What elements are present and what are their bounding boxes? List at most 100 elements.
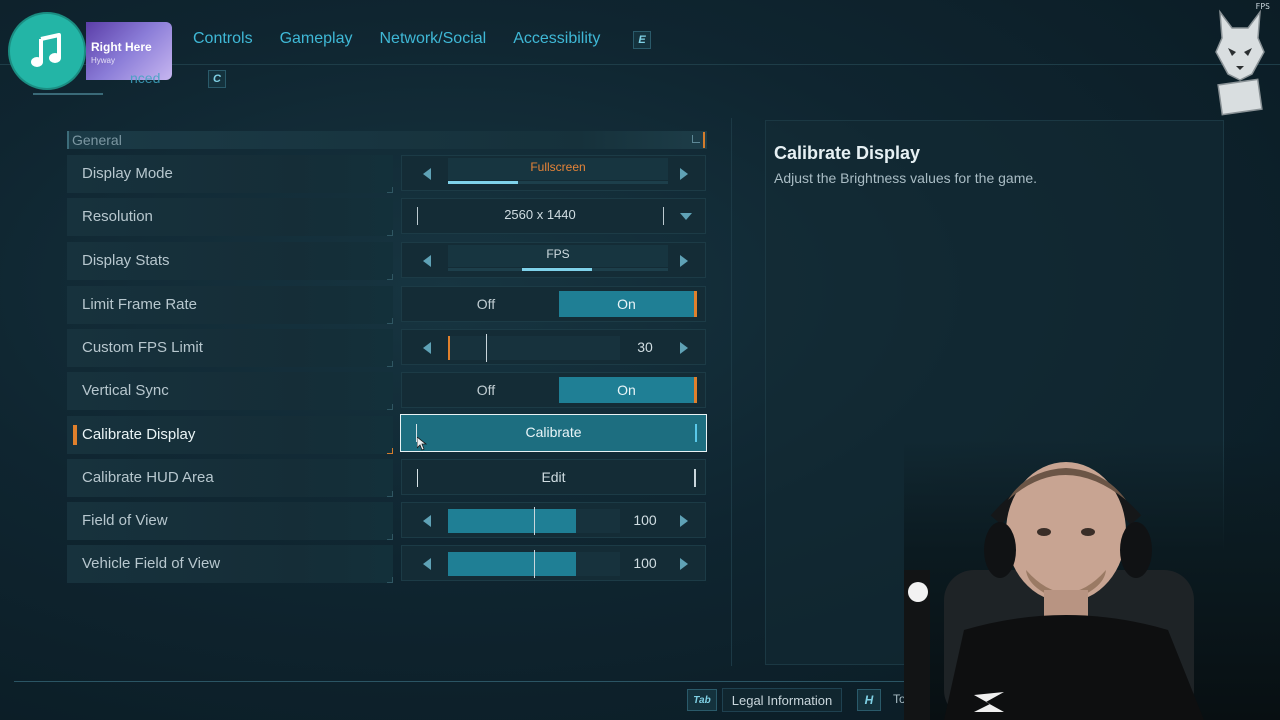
arrow-left-icon[interactable] xyxy=(419,339,435,357)
setting-label-box: Display Stats xyxy=(67,242,393,280)
next-tab-key-hint: E xyxy=(633,31,651,49)
tab-gameplay[interactable]: Gameplay xyxy=(280,30,353,48)
music-note-icon xyxy=(10,14,84,88)
fps-limit-value: 30 xyxy=(637,339,653,355)
corner-decoration xyxy=(387,534,393,540)
setting-row-resolution[interactable]: Resolution 2560 x 1440 xyxy=(67,198,707,236)
setting-label: Display Mode xyxy=(82,165,173,182)
section-accent xyxy=(703,132,705,148)
setting-label: Display Stats xyxy=(82,252,170,269)
setting-label-box: Vertical Sync xyxy=(67,372,393,410)
slider-track[interactable] xyxy=(448,334,620,362)
arrow-right-icon[interactable] xyxy=(676,555,692,573)
slider-fill xyxy=(448,552,576,576)
custom-fps-slider: 30 xyxy=(401,329,706,365)
h-key-hint: H xyxy=(857,689,881,711)
button-right-bar xyxy=(695,424,697,442)
streamer-figure xyxy=(904,462,1204,720)
arrow-right-icon[interactable] xyxy=(676,512,692,530)
setting-label: Field of View xyxy=(82,512,168,529)
setting-row-limit-frame-rate[interactable]: Limit Frame Rate Off On xyxy=(67,286,707,324)
option-position-track xyxy=(448,181,668,184)
setting-row-calibrate-hud-area[interactable]: Calibrate HUD Area Edit xyxy=(67,459,707,497)
edit-button-label: Edit xyxy=(541,469,566,485)
slider-default-notch xyxy=(486,334,487,362)
tab-accessibility[interactable]: Accessibility xyxy=(513,30,600,48)
setting-row-display-stats[interactable]: Display Stats FPS xyxy=(67,242,707,280)
corner-decoration xyxy=(387,577,393,583)
corner-decoration xyxy=(387,230,393,236)
arrow-left-icon[interactable] xyxy=(419,512,435,530)
setting-label: Vehicle Field of View xyxy=(82,555,221,572)
toggle-on-option[interactable]: On xyxy=(559,377,697,403)
top-bar: Right Here Hyway Controls Gameplay Netwo… xyxy=(0,0,1280,116)
description-title: Calibrate Display xyxy=(774,143,921,163)
arrow-left-icon[interactable] xyxy=(419,165,435,183)
slider-track[interactable] xyxy=(448,507,620,535)
mouse-cursor-icon xyxy=(417,437,427,451)
chevron-down-icon[interactable] xyxy=(679,209,693,223)
collapse-icon[interactable] xyxy=(692,135,700,143)
arrow-right-icon[interactable] xyxy=(676,252,692,270)
setting-row-custom-fps-limit[interactable]: Custom FPS Limit 30 xyxy=(67,329,707,367)
tab-controls[interactable]: Controls xyxy=(193,30,253,48)
corner-decoration xyxy=(387,187,393,193)
setting-label-box: Calibrate Display xyxy=(67,416,393,454)
setting-label: Vertical Sync xyxy=(82,382,169,399)
setting-row-calibrate-display[interactable]: Calibrate Display Calibrate xyxy=(67,414,707,454)
edit-hud-button[interactable]: Edit xyxy=(401,459,706,495)
toggle-off-option[interactable]: Off xyxy=(414,373,558,407)
setting-row-field-of-view[interactable]: Field of View 100 xyxy=(67,502,707,540)
setting-label-box: Display Mode xyxy=(67,155,393,193)
slider-track[interactable] xyxy=(448,550,620,578)
vertical-sync-toggle: Off On xyxy=(401,372,706,408)
subtab-advanced[interactable]: nced xyxy=(130,70,160,86)
setting-row-vehicle-field-of-view[interactable]: Vehicle Field of View 100 xyxy=(67,545,707,583)
slider-default-notch xyxy=(534,507,535,535)
display-stats-selector: FPS xyxy=(401,242,706,278)
toggle-off-option[interactable]: Off xyxy=(414,287,558,321)
option-position-thumb xyxy=(522,268,592,271)
display-mode-value: Fullscreen xyxy=(448,158,668,180)
arrow-left-icon[interactable] xyxy=(419,252,435,270)
setting-label: Limit Frame Rate xyxy=(82,296,198,313)
column-divider xyxy=(731,118,732,666)
option-position-track xyxy=(448,268,668,271)
arrow-right-icon[interactable] xyxy=(676,339,692,357)
resolution-dropdown[interactable]: 2560 x 1440 xyxy=(401,198,706,234)
limit-frame-rate-toggle: Off On xyxy=(401,286,706,322)
button-right-bar xyxy=(694,469,696,487)
setting-label-box: Calibrate HUD Area xyxy=(67,459,393,497)
corner-decoration xyxy=(387,491,393,497)
vehicle-fov-value: 100 xyxy=(633,555,657,571)
next-subtab-key-hint: C xyxy=(208,70,226,88)
arrow-right-icon[interactable] xyxy=(676,165,692,183)
display-mode-selector: Fullscreen xyxy=(401,155,706,191)
setting-label-box: Custom FPS Limit xyxy=(67,329,393,367)
dropdown-right-bar xyxy=(663,207,664,225)
fox-logo-icon xyxy=(1215,9,1265,116)
setting-row-display-mode[interactable]: Display Mode Fullscreen xyxy=(67,155,707,193)
webcam-overlay xyxy=(904,440,1280,720)
fov-slider: 100 xyxy=(401,502,706,538)
main-tabs: Controls Gameplay Network/Social Accessi… xyxy=(193,30,600,48)
slider-default-notch xyxy=(534,550,535,578)
setting-label: Custom FPS Limit xyxy=(82,339,203,356)
setting-label-box: Field of View xyxy=(67,502,393,540)
setting-label-box: Resolution xyxy=(67,198,393,236)
calibrate-button[interactable]: Calibrate xyxy=(400,414,707,452)
corner-decoration xyxy=(387,448,393,454)
arrow-left-icon[interactable] xyxy=(419,555,435,573)
toggle-on-option[interactable]: On xyxy=(559,291,697,317)
corner-decoration xyxy=(387,318,393,324)
legal-information-button[interactable]: Legal Information xyxy=(722,688,842,712)
corner-decoration xyxy=(387,404,393,410)
tab-network-social[interactable]: Network/Social xyxy=(380,30,487,48)
option-position-thumb xyxy=(448,181,518,184)
setting-label: Calibrate HUD Area xyxy=(82,469,214,486)
top-divider xyxy=(0,64,1280,65)
setting-label-box: Limit Frame Rate xyxy=(67,286,393,324)
song-artist: Hyway xyxy=(91,56,116,65)
setting-row-vertical-sync[interactable]: Vertical Sync Off On xyxy=(67,372,707,410)
slider-fill xyxy=(448,509,576,533)
